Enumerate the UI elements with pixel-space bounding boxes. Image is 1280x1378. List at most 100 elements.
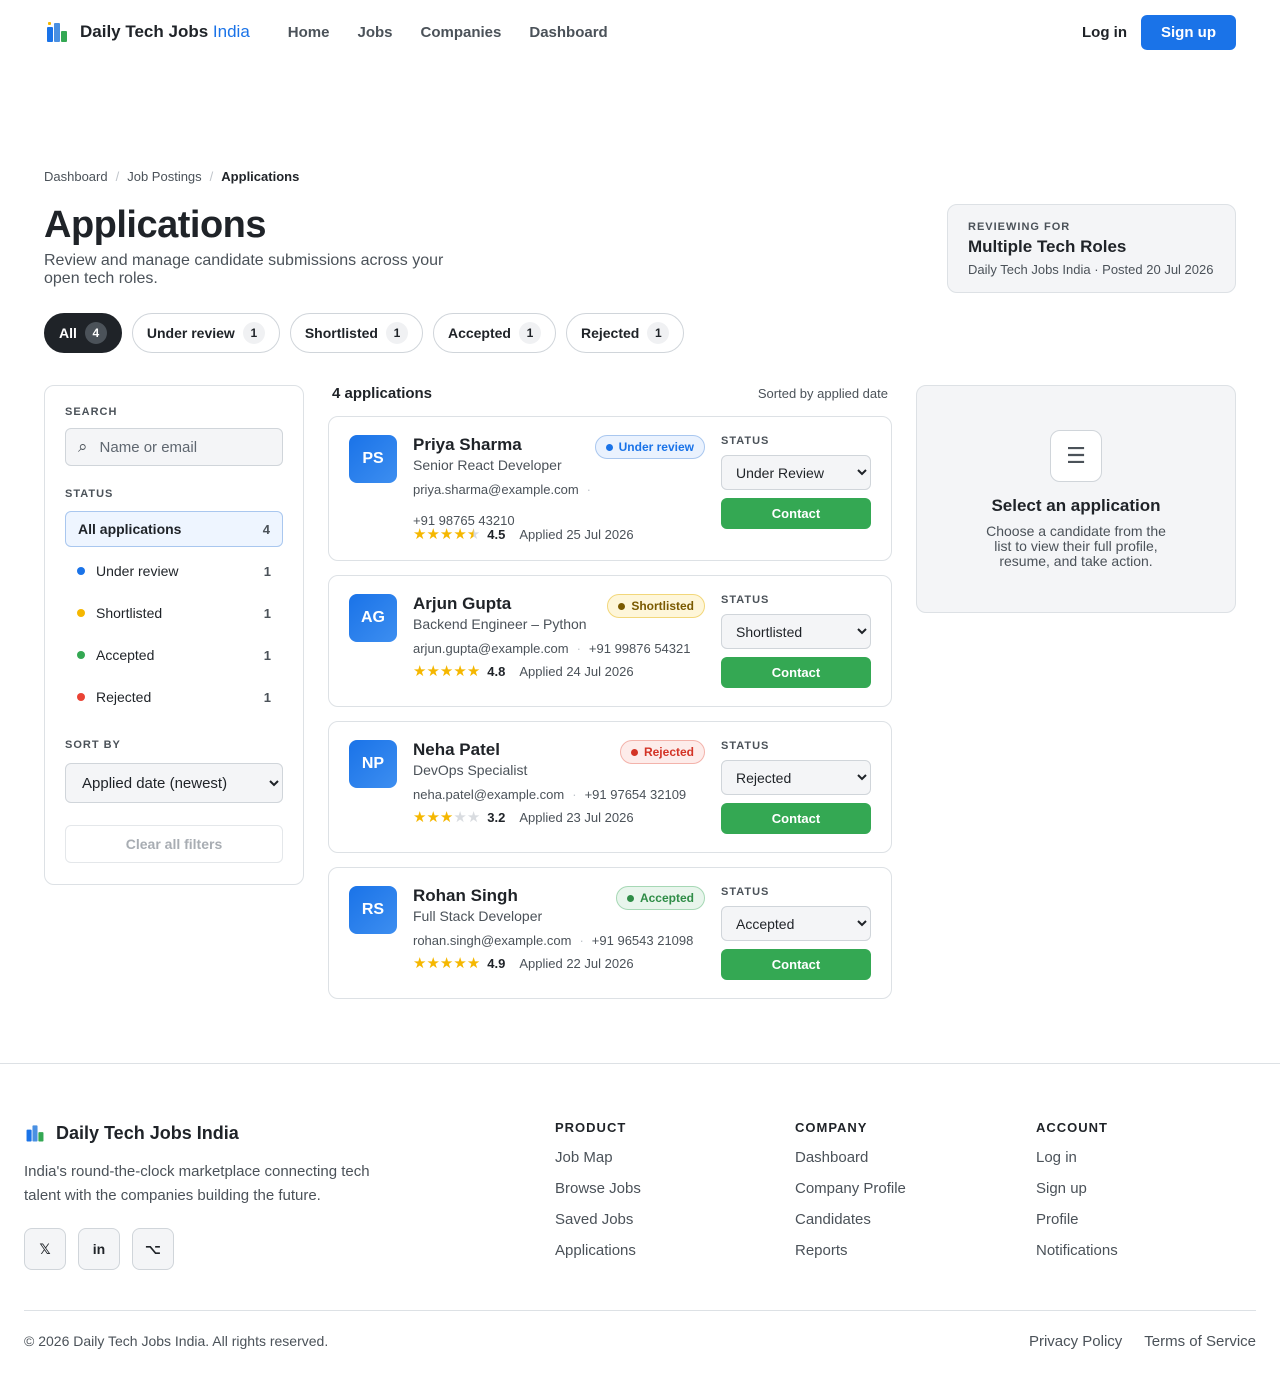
candidate-name[interactable]: Arjun Gupta	[413, 594, 511, 614]
tab-rejected[interactable]: Rejected 1	[565, 313, 685, 353]
filter-count: 4	[262, 521, 270, 537]
tab-accepted[interactable]: Accepted 1	[432, 313, 556, 353]
filter-label: Shortlisted	[96, 605, 163, 621]
candidate-email[interactable]: rohan.singh@example.com	[413, 929, 571, 952]
terms-of-service-link[interactable]: Terms of Service	[1144, 1333, 1256, 1350]
candidate-email[interactable]: neha.patel@example.com	[413, 783, 564, 806]
applied-date: Applied 25 Jul 2026	[519, 526, 634, 542]
star-full-icon: ★	[413, 955, 427, 972]
star-full-icon: ★	[439, 526, 454, 543]
tab-label: Accepted	[447, 325, 511, 341]
linkedin-icon[interactable]: in	[78, 1228, 120, 1270]
nav-jobs[interactable]: Jobs	[357, 24, 392, 41]
candidate-email[interactable]: arjun.gupta@example.com	[413, 637, 569, 660]
search-input[interactable]	[99, 438, 270, 456]
candidate-contact: rohan.singh@example.com · +91 96543 21098	[413, 929, 723, 952]
breadcrumb-current: Applications	[221, 169, 300, 184]
status-dot	[77, 693, 85, 701]
footer-link[interactable]: Browse Jobs	[555, 1180, 641, 1197]
tab-under-review[interactable]: Under review 1	[131, 313, 280, 353]
status-dot	[626, 894, 634, 902]
reviewing-for-panel: REVIEWING FOR Multiple Tech Roles Daily …	[947, 204, 1236, 293]
privacy-policy-link[interactable]: Privacy Policy	[1029, 1333, 1122, 1350]
candidate-rating: ★ ★ ★ ★ ★ 4.5 Applied 25 Jul 2026	[413, 525, 634, 543]
star-full-icon: ★	[426, 663, 440, 680]
status-label: STATUS	[721, 886, 770, 898]
legal-links: Privacy Policy Terms of Service	[1029, 1333, 1256, 1350]
status-select[interactable]: Under ReviewShortlistedAcceptedRejected	[721, 906, 871, 941]
filter-accepted[interactable]: Accepted 1	[65, 637, 283, 673]
status-select[interactable]: Under ReviewShortlistedAcceptedRejected	[721, 614, 871, 649]
nav-dashboard[interactable]: Dashboard	[529, 24, 607, 41]
search-box[interactable]: ⌕	[65, 428, 283, 466]
tab-count: 1	[242, 322, 265, 344]
application-card[interactable]: NP Neha Patel DevOps Specialist Rejected neh…	[328, 721, 892, 853]
star-full-icon: ★	[426, 526, 440, 543]
footer-link[interactable]: Applications	[555, 1242, 641, 1259]
page-title: Applications	[44, 204, 267, 246]
candidate-phone[interactable]: +91 97654 32109	[585, 783, 687, 806]
footer-link[interactable]: Saved Jobs	[555, 1211, 641, 1228]
search-icon: ⌕	[78, 437, 88, 456]
nav-companies[interactable]: Companies	[421, 24, 502, 41]
rating-value: 4.5	[487, 526, 506, 542]
tab-label: All	[59, 325, 77, 341]
tab-count: 1	[385, 322, 408, 344]
star-empty-icon: ★	[466, 809, 481, 826]
application-count: 4 applications	[332, 385, 433, 402]
status-select[interactable]: Under ReviewShortlistedAcceptedRejected	[721, 760, 871, 795]
footer-link[interactable]: Log in	[1036, 1149, 1118, 1166]
contact-button[interactable]: Contact	[721, 803, 871, 834]
status-badge-label: Shortlisted	[631, 599, 694, 613]
clear-filters-button[interactable]: Clear all filters	[65, 825, 283, 863]
footer-link[interactable]: Profile	[1036, 1211, 1118, 1228]
github-icon[interactable]: ⌥	[132, 1228, 174, 1270]
contact-button[interactable]: Contact	[721, 657, 871, 688]
x-twitter-icon[interactable]: 𝕏	[24, 1228, 66, 1270]
contact-button[interactable]: Contact	[721, 949, 871, 980]
filter-rejected[interactable]: Rejected 1	[65, 679, 283, 715]
applied-date: Applied 22 Jul 2026	[519, 955, 634, 971]
tab-all[interactable]: All 4	[44, 313, 122, 353]
sort-select[interactable]: Applied date (newest)	[65, 763, 283, 803]
brand-logo[interactable]: Daily Tech Jobs India	[44, 19, 250, 45]
sort-label: SORT BY	[65, 739, 121, 751]
filter-shortlisted[interactable]: Shortlisted 1	[65, 595, 283, 631]
filter-all-applications[interactable]: All applications 4	[65, 511, 283, 547]
avatar: PS	[349, 435, 397, 483]
breadcrumb-dashboard[interactable]: Dashboard	[44, 169, 108, 184]
footer-link[interactable]: Job Map	[555, 1149, 641, 1166]
status-select[interactable]: Under ReviewShortlistedAcceptedRejected	[721, 455, 871, 490]
footer-link[interactable]: Sign up	[1036, 1180, 1118, 1197]
candidate-phone[interactable]: +91 96543 21098	[592, 929, 694, 952]
footer-brand[interactable]: Daily Tech Jobs India	[24, 1122, 239, 1144]
footer-link[interactable]: Notifications	[1036, 1242, 1118, 1259]
candidate-email[interactable]: priya.sharma@example.com	[413, 478, 579, 501]
tab-shortlisted[interactable]: Shortlisted 1	[289, 313, 423, 353]
candidate-name[interactable]: Neha Patel	[413, 740, 500, 760]
candidate-phone[interactable]: +91 99876 54321	[589, 637, 691, 660]
candidate-name[interactable]: Priya Sharma	[413, 435, 522, 455]
nav-home[interactable]: Home	[288, 24, 330, 41]
footer-link[interactable]: Company Profile	[795, 1180, 906, 1197]
candidate-role: Senior React Developer	[413, 457, 562, 473]
application-card[interactable]: PS Priya Sharma Senior React Developer Unde…	[328, 416, 892, 561]
application-card[interactable]: RS Rohan Singh Full Stack Developer Accepte…	[328, 867, 892, 999]
candidate-name[interactable]: Rohan Singh	[413, 886, 518, 906]
breadcrumb-job-postings[interactable]: Job Postings	[127, 169, 201, 184]
footer-link[interactable]: Dashboard	[795, 1149, 906, 1166]
application-card[interactable]: AG Arjun Gupta Backend Engineer – Python Sh…	[328, 575, 892, 707]
filter-under-review[interactable]: Under review 1	[65, 553, 283, 589]
contact-button[interactable]: Contact	[721, 498, 871, 529]
top-nav: Daily Tech Jobs India Home Jobs Companie…	[0, 0, 1280, 64]
signup-button[interactable]: Sign up	[1141, 14, 1236, 50]
footer-link[interactable]: Reports	[795, 1242, 906, 1259]
status-label: STATUS	[721, 435, 770, 447]
footer-heading: PRODUCT	[555, 1120, 627, 1135]
star-full-icon: ★	[413, 809, 427, 826]
footer-link[interactable]: Candidates	[795, 1211, 906, 1228]
candidate-contact: priya.sharma@example.com · +91 98765 43210	[413, 478, 613, 532]
login-link[interactable]: Log in	[1082, 24, 1127, 41]
bar-chart-logo-icon	[47, 22, 67, 42]
breadcrumb-separator: /	[209, 169, 214, 184]
